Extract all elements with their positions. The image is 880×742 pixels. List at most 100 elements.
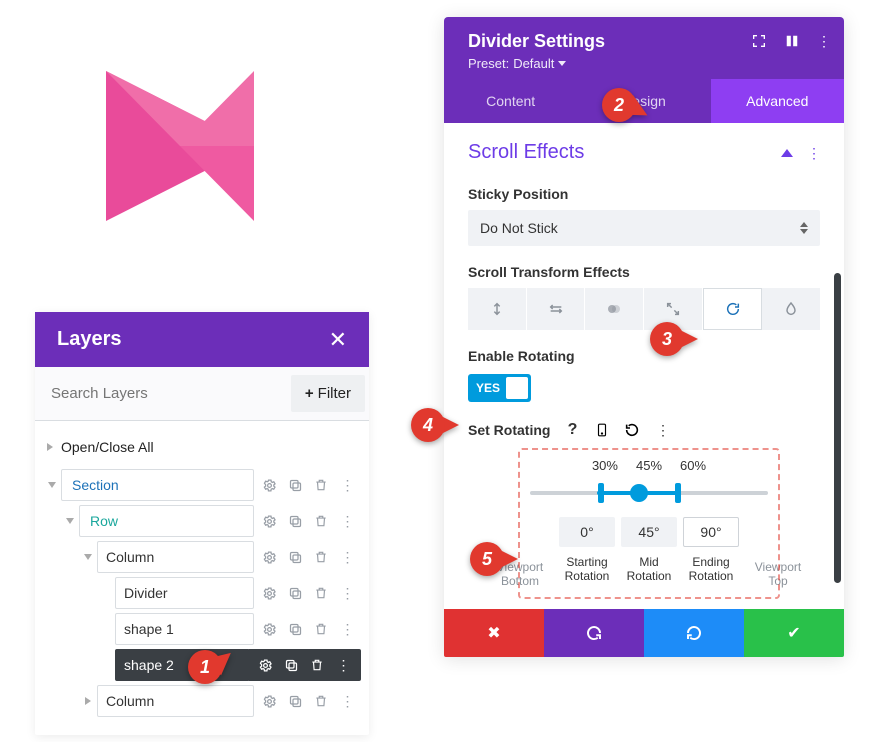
layer-column-collapsed[interactable]: Column ⋮ bbox=[79, 685, 361, 717]
range-slider[interactable] bbox=[530, 479, 768, 507]
more-icon[interactable]: ⋮ bbox=[337, 475, 357, 495]
tab-content[interactable]: Content bbox=[444, 79, 577, 123]
sticky-select[interactable]: Do Not Stick bbox=[468, 210, 820, 246]
scroll-effects-section[interactable]: Scroll Effects ⋮ bbox=[468, 141, 820, 168]
layers-header: Layers ✕ bbox=[35, 312, 369, 367]
chevron-up-icon bbox=[781, 149, 793, 157]
gear-icon[interactable] bbox=[259, 583, 279, 603]
gear-icon[interactable] bbox=[259, 691, 279, 711]
slider-end-handle[interactable] bbox=[675, 483, 681, 503]
trash-icon[interactable] bbox=[311, 511, 331, 531]
rotation-captions: StartingRotation MidRotation EndingRotat… bbox=[530, 555, 768, 583]
layer-divider[interactable]: Divider ⋮ bbox=[97, 577, 361, 609]
trash-icon[interactable] bbox=[311, 583, 331, 603]
trash-icon[interactable] bbox=[311, 547, 331, 567]
layer-shape-1[interactable]: shape 1 ⋮ bbox=[97, 613, 361, 645]
chevron-down-icon bbox=[558, 61, 566, 66]
toggle-knob bbox=[506, 377, 528, 399]
duplicate-icon[interactable] bbox=[285, 619, 305, 639]
more-icon[interactable]: ⋮ bbox=[337, 511, 357, 531]
redo-button[interactable] bbox=[644, 609, 744, 657]
gear-icon[interactable] bbox=[255, 655, 275, 675]
duplicate-icon[interactable] bbox=[285, 475, 305, 495]
close-icon[interactable]: ✕ bbox=[329, 329, 347, 351]
caret-down-icon bbox=[84, 554, 92, 560]
open-close-all[interactable]: Open/Close All bbox=[43, 433, 361, 465]
chevron-right-icon bbox=[85, 697, 91, 705]
undo-button[interactable] bbox=[544, 609, 644, 657]
duplicate-icon[interactable] bbox=[281, 655, 301, 675]
trash-icon[interactable] bbox=[311, 691, 331, 711]
chevron-right-icon bbox=[47, 443, 53, 451]
more-icon[interactable]: ⋮ bbox=[337, 583, 357, 603]
slider-mid-handle[interactable] bbox=[630, 484, 648, 502]
effect-horizontal[interactable] bbox=[527, 288, 586, 330]
end-rotation-input[interactable]: 90° bbox=[683, 517, 739, 547]
rotation-inputs: 0° 45° 90° bbox=[530, 517, 768, 547]
callout-5: 5 bbox=[470, 542, 514, 576]
tab-advanced[interactable]: Advanced bbox=[711, 79, 844, 123]
save-button[interactable]: ✔ bbox=[744, 609, 844, 657]
callout-2: 2 bbox=[602, 88, 646, 122]
enable-rotating-toggle[interactable]: YES bbox=[468, 374, 531, 402]
trash-icon[interactable] bbox=[311, 619, 331, 639]
plus-icon: + bbox=[305, 385, 314, 402]
search-row: + Filter bbox=[35, 367, 369, 421]
layers-body: Open/Close All Section ⋮ R bbox=[35, 421, 369, 735]
gear-icon[interactable] bbox=[259, 475, 279, 495]
gear-icon[interactable] bbox=[259, 619, 279, 639]
effect-vertical[interactable] bbox=[468, 288, 527, 330]
slider-start-handle[interactable] bbox=[598, 483, 604, 503]
effect-blur[interactable] bbox=[762, 288, 820, 330]
reset-icon[interactable] bbox=[622, 420, 642, 440]
enable-rotating-label: Enable Rotating bbox=[468, 348, 820, 364]
layer-actions: ⋮ bbox=[253, 475, 361, 495]
filter-button[interactable]: + Filter bbox=[291, 375, 365, 412]
duplicate-icon[interactable] bbox=[285, 691, 305, 711]
device-icon[interactable] bbox=[592, 420, 612, 440]
mid-rotation-input[interactable]: 45° bbox=[621, 517, 677, 547]
scrollbar[interactable] bbox=[834, 273, 841, 583]
duplicate-icon[interactable] bbox=[285, 511, 305, 531]
callout-4: 4 bbox=[411, 408, 455, 442]
more-icon[interactable]: ⋮ bbox=[817, 34, 830, 48]
canvas: { "layers": { "title": "Layers", "search… bbox=[0, 0, 880, 742]
trash-icon[interactable] bbox=[307, 655, 327, 675]
more-icon[interactable]: ⋮ bbox=[652, 420, 672, 440]
preset-select[interactable]: Preset: Default bbox=[468, 56, 828, 71]
range-labels: 30% 45% 60% bbox=[530, 458, 768, 473]
focus-icon[interactable] bbox=[751, 33, 767, 49]
gear-icon[interactable] bbox=[259, 511, 279, 531]
select-caret-icon bbox=[800, 222, 808, 234]
callout-1: 1 bbox=[188, 650, 232, 684]
transform-effects bbox=[468, 288, 820, 330]
preview-shape bbox=[106, 71, 254, 221]
more-icon[interactable]: ⋮ bbox=[337, 619, 357, 639]
sticky-label: Sticky Position bbox=[468, 186, 820, 202]
gear-icon[interactable] bbox=[259, 547, 279, 567]
rotating-config: 30% 45% 60% 0° 45 bbox=[518, 448, 780, 599]
more-icon[interactable]: ⋮ bbox=[807, 146, 820, 160]
caret-down-icon bbox=[66, 518, 74, 524]
cancel-button[interactable]: ✖ bbox=[444, 609, 544, 657]
layer-section[interactable]: Section ⋮ bbox=[43, 469, 361, 501]
duplicate-icon[interactable] bbox=[285, 583, 305, 603]
footer-buttons: ✖ ✔ bbox=[444, 609, 844, 657]
effect-fade[interactable] bbox=[585, 288, 644, 330]
duplicate-icon[interactable] bbox=[285, 547, 305, 567]
help-icon[interactable]: ? bbox=[562, 420, 582, 440]
layer-column[interactable]: Column ⋮ bbox=[79, 541, 361, 573]
trash-icon[interactable] bbox=[311, 475, 331, 495]
effect-rotate[interactable] bbox=[703, 288, 763, 330]
more-icon[interactable]: ⋮ bbox=[337, 547, 357, 567]
layers-title: Layers bbox=[57, 328, 122, 351]
filter-label: Filter bbox=[318, 385, 351, 402]
more-icon[interactable]: ⋮ bbox=[337, 691, 357, 711]
callout-3: 3 bbox=[650, 322, 694, 356]
start-rotation-input[interactable]: 0° bbox=[559, 517, 615, 547]
columns-icon[interactable] bbox=[785, 33, 799, 49]
more-icon[interactable]: ⋮ bbox=[333, 655, 353, 675]
layer-row[interactable]: Row ⋮ bbox=[61, 505, 361, 537]
search-input[interactable] bbox=[51, 375, 287, 412]
transform-label: Scroll Transform Effects bbox=[468, 264, 820, 280]
